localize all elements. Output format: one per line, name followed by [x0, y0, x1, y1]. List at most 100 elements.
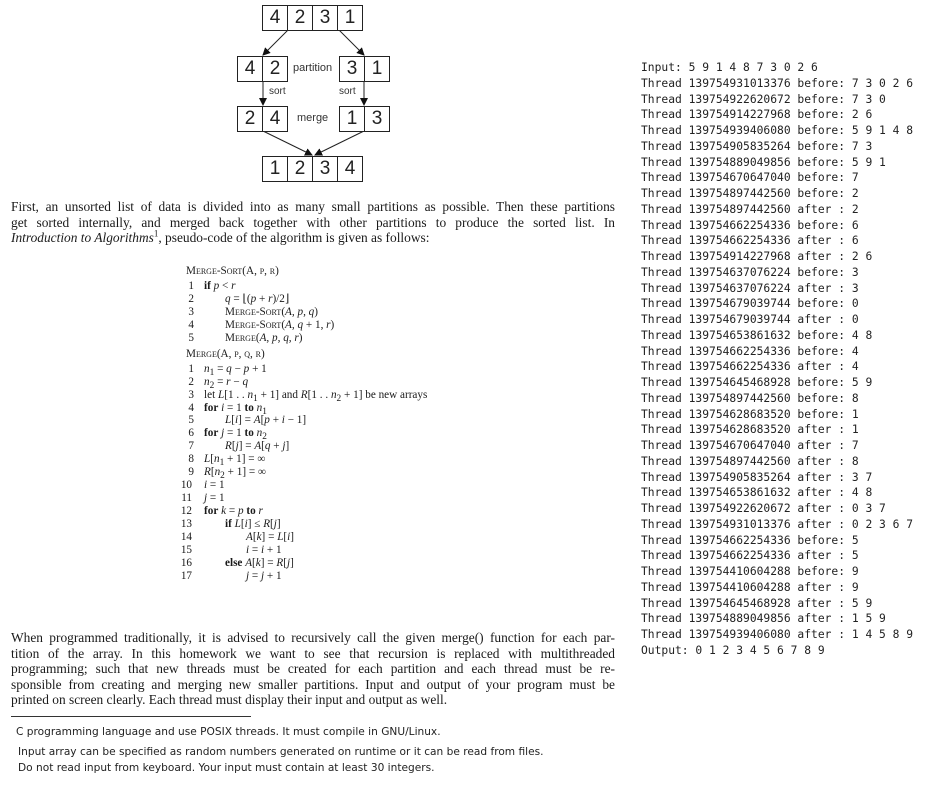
paragraph-line: get sorted internally, and merged back t… [11, 214, 615, 230]
line-number: 16 [180, 556, 192, 569]
terminal-thread-line: Thread 139754662254336 after : 4 [641, 360, 859, 374]
terminal-thread-line: Thread 139754679039744 after : 0 [641, 313, 859, 326]
array-cell: 1 [346, 108, 358, 129]
paragraph-text: , pseudo-code of the algorithm is given … [158, 230, 430, 246]
terminal-thread-line: Thread 139754914227968 before: 2 6 [641, 108, 873, 122]
line-code: L[i] = A[p + i − 1] [225, 414, 307, 427]
arrow-merge-left [262, 130, 313, 156]
array-cell: 2 [262, 57, 287, 81]
right-sorted-array: 1 3 [339, 106, 390, 132]
line-number: 11 [181, 492, 192, 505]
line-number: 5 [188, 331, 194, 344]
line-number: 12 [180, 505, 192, 518]
line-number: 8 [188, 453, 194, 466]
line-number: 5 [188, 414, 194, 427]
line-code: Merge-Sort(A, q + 1, r) [225, 318, 335, 331]
terminal-thread-line: Thread 139754670647040 before: 7 [641, 171, 859, 185]
line-code: for k = p to r [204, 505, 263, 518]
array-cell: 2 [244, 108, 256, 129]
terminal-thread-line: Thread 139754662254336 before: 5 [641, 533, 859, 547]
terminal-thread-line: Thread 139754653861632 after : 4 8 [641, 486, 873, 500]
terminal-thread-line: Thread 139754939406080 after : 1 4 5 8 9 [641, 628, 914, 641]
array-cell: 4 [269, 7, 281, 28]
procedure-header: Merge-Sort(A, p, r) [186, 265, 279, 277]
terminal-thread-line: Thread 139754670647040 after : 7 [641, 439, 859, 452]
terminal-thread-line: Thread 139754662254336 after : 6 [641, 234, 859, 248]
line-code: j = 1 [204, 492, 225, 505]
line-code: A[k] = L[i] [246, 531, 294, 543]
sort-label-right: sort [339, 86, 356, 97]
line-code: Merge(A, p, q, r) [225, 331, 303, 344]
terminal-output: Input: 5 9 1 4 8 7 3 0 2 6 Thread 1397549… [641, 60, 913, 659]
paragraph-line: printed on screen clearly. Each thread m… [11, 692, 448, 708]
terminal-thread-line: Thread 139754410604288 after : 9 [641, 580, 859, 594]
terminal-thread-line: Thread 139754679039744 before: 0 [641, 297, 859, 311]
line-code: else A[k] = R[j] [225, 556, 294, 569]
line-number: 4 [188, 401, 194, 414]
terminal-thread-line: Thread 139754889049856 after : 1 5 9 [641, 612, 886, 626]
intro-paragraph: First, an unsorted list of data is divid… [11, 199, 615, 246]
result-array: 1 2 3 4 [262, 156, 363, 182]
terminal-thread-line: Thread 139754628683520 after : 1 [641, 423, 859, 437]
line-code: Merge-Sort(A, p, q) [225, 305, 318, 318]
homework-paragraph: When programmed traditionally, it is adv… [11, 630, 615, 708]
left-partition-array: 4 2 [237, 56, 288, 82]
partition-label: partition [293, 62, 333, 74]
line-number: 9 [188, 466, 194, 479]
array-cell: 2 [287, 157, 312, 181]
array-cell: 1 [269, 158, 281, 179]
paragraph-line: First, an unsorted list of data is divid… [11, 199, 615, 214]
array-cell: 3 [312, 157, 337, 181]
line-number: 1 [188, 279, 194, 292]
right-partition-array: 3 1 [339, 56, 390, 82]
footnote-line: Input array can be specified as random n… [18, 746, 544, 758]
line-number: 1 [188, 362, 194, 375]
arrow-split-left [262, 29, 289, 56]
array-cell: 1 [364, 57, 389, 81]
line-number: 14 [180, 531, 192, 543]
line-number: 4 [188, 318, 194, 331]
terminal-thread-line: Thread 139754410604288 before: 9 [641, 565, 859, 578]
terminal-thread-line: Thread 139754662254336 before: 4 [641, 344, 859, 358]
arrow-merge-right [314, 130, 365, 156]
terminal-thread-line: Thread 139754889049856 before: 5 9 1 [641, 155, 886, 169]
terminal-thread-line: Thread 139754922620672 after : 0 3 7 [641, 502, 886, 515]
procedure-header: Merge(A, p, q, r) [186, 347, 265, 360]
terminal-thread-line: Thread 139754662254336 after : 5 [641, 549, 859, 563]
paragraph-line: tition of the array. In this homework we… [11, 645, 615, 661]
arrow-split-right [338, 29, 365, 56]
line-number: 17 [180, 569, 192, 582]
line-number: 6 [188, 427, 194, 440]
paragraph-line: sponsible from creating and merging new … [11, 676, 615, 692]
line-number: 2 [188, 375, 194, 388]
terminal-thread-line: Thread 139754645468928 before: 5 9 [641, 376, 873, 389]
line-code: if p < r [204, 279, 236, 292]
terminal-thread-line: Thread 139754897442560 before: 8 [641, 391, 859, 405]
line-number: 3 [188, 388, 194, 401]
terminal-thread-line: Thread 139754897442560 after : 2 [641, 202, 859, 216]
footnote-line: C programming language and use POSIX thr… [16, 726, 441, 738]
array-cell: 1 [337, 6, 362, 30]
terminal-thread-line: Thread 139754637076224 after : 3 [641, 281, 859, 295]
array-cell: 4 [244, 58, 256, 79]
array-cell: 3 [364, 107, 389, 131]
terminal-thread-line: Thread 139754897442560 before: 2 [641, 187, 859, 200]
line-number: 15 [180, 543, 192, 556]
array-cell: 3 [346, 58, 358, 79]
terminal-thread-line: Thread 139754939406080 before: 5 9 1 4 8 [641, 124, 914, 137]
book-title: Introduction to Algorithms [11, 230, 154, 246]
line-code: if L[i] ≤ R[j] [225, 518, 281, 531]
array-cell: 4 [262, 107, 287, 131]
left-sorted-array: 2 4 [237, 106, 288, 132]
line-number: 7 [188, 440, 194, 453]
paragraph-line: When programmed traditionally, it is adv… [11, 630, 615, 645]
footnote-divider [11, 716, 251, 717]
line-number: 3 [188, 305, 194, 318]
footnote-line: Do not read input from keyboard. Your in… [18, 762, 435, 774]
line-number: 10 [180, 479, 192, 492]
line-code: R[j] = A[q + j] [225, 440, 290, 453]
line-number: 2 [188, 292, 194, 305]
merge-label: merge [297, 112, 329, 124]
sort-label-left: sort [269, 86, 286, 97]
terminal-thread-line: Thread 139754905835264 before: 7 3 [641, 139, 873, 153]
